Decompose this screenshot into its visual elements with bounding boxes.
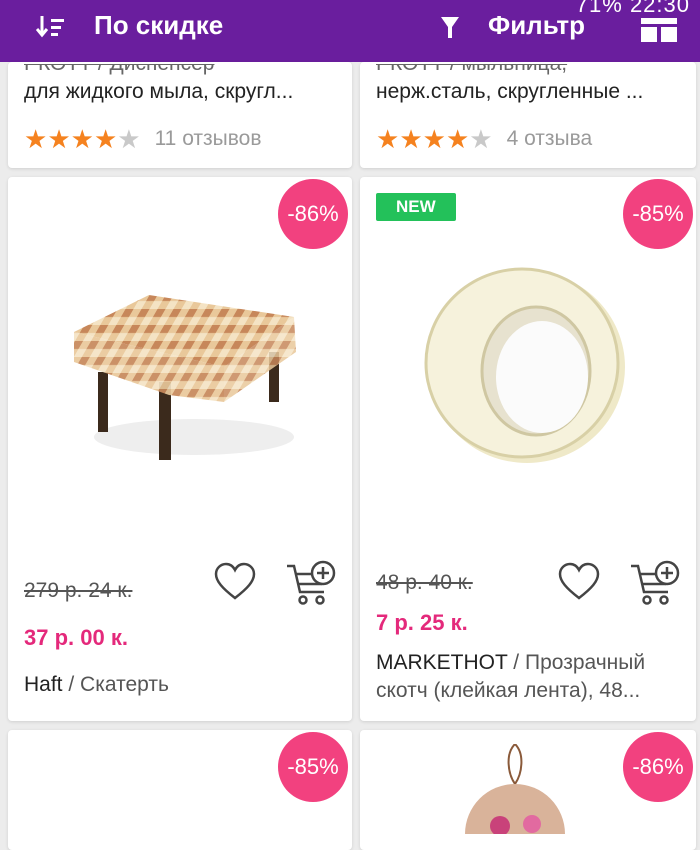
star-icon: ★ [70, 124, 94, 154]
clear-tape-roll-image[interactable] [422, 259, 632, 469]
knitted-ornament-image[interactable] [460, 744, 570, 834]
filter-icon [441, 16, 459, 38]
heart-icon[interactable] [558, 562, 600, 602]
product-title-line1: РКОТТ / Диспенсер [24, 64, 342, 78]
add-to-cart-icon[interactable] [286, 560, 336, 606]
product-card[interactable]: -86% [360, 730, 696, 850]
star-icon: ★ [422, 124, 446, 154]
product-title-line2: для жидкого мыла, скругл... [24, 80, 294, 103]
add-to-cart-icon[interactable] [630, 560, 680, 606]
star-empty-icon: ★ [117, 124, 141, 154]
sort-button[interactable]: По скидке [36, 10, 223, 41]
rating: ★ ★ ★ ★ ★ 11 отзывов [24, 126, 262, 152]
product-title-line2: нерж.сталь, скругленные ... [376, 80, 644, 103]
product-card[interactable]: РКОТТ / Диспенсер для жидкого мыла, скру… [8, 62, 352, 168]
product-card[interactable]: РКОТТ / мыльница, нерж.сталь, скругленны… [360, 62, 696, 168]
product-description[interactable]: MARKETHOT / Прозрачный скотч (клейкая ле… [376, 649, 682, 705]
sort-icon [36, 15, 64, 37]
sale-price: 7 р. 25 к. [376, 610, 468, 635]
star-icon: ★ [376, 124, 400, 154]
rating: ★ ★ ★ ★ ★ 4 отзыва [376, 126, 592, 152]
star-rating: ★ ★ ★ ★ ★ [24, 126, 141, 152]
sale-price: 37 р. 00 к. [24, 625, 128, 650]
sort-label: По скидке [94, 10, 224, 40]
tablecloth-table-image[interactable] [64, 277, 304, 467]
product-title[interactable]: РКОТТ / Диспенсер для жидкого мыла, скру… [24, 64, 342, 105]
product-card[interactable]: -86% 279 р. 24 к. 37 р. 00 к. Haft / Ска… [8, 177, 352, 721]
reviews-count: 11 отзывов [154, 127, 262, 150]
old-price: 279 р. 24 к. [24, 579, 133, 602]
star-empty-icon: ★ [469, 124, 493, 154]
star-icon: ★ [399, 124, 423, 154]
product-brand: MARKETHOT [376, 651, 508, 674]
discount-badge: -86% [278, 179, 348, 249]
star-icon: ★ [93, 124, 118, 154]
star-rating: ★ ★ ★ ★ ★ [376, 126, 493, 152]
product-title-line1: РКОТТ / мыльница, [376, 64, 694, 78]
heart-icon[interactable] [214, 562, 256, 602]
star-icon: ★ [24, 124, 48, 154]
product-card[interactable]: -85% [8, 730, 352, 850]
new-badge: NEW [376, 193, 456, 221]
discount-badge: -85% [623, 179, 693, 249]
reviews-count: 4 отзыва [506, 127, 593, 150]
product-card[interactable]: NEW -85% 48 р. 40 к. 7 р. 25 к. MARKETHO… [360, 177, 696, 721]
filter-button[interactable]: Фильтр [440, 10, 585, 41]
product-brand: Haft [24, 673, 63, 696]
top-toolbar: 71% 22:30 По скидке Фильтр [0, 0, 700, 62]
star-icon: ★ [47, 124, 71, 154]
brand-separator: / [62, 673, 81, 696]
old-price: 48 р. 40 к. [376, 571, 473, 594]
product-title[interactable]: РКОТТ / мыльница, нерж.сталь, скругленны… [376, 64, 694, 105]
brand-separator: / [507, 651, 525, 674]
grid-layout-icon[interactable] [640, 16, 678, 44]
discount-badge: -85% [278, 732, 348, 802]
filter-label: Фильтр [488, 10, 586, 40]
discount-badge: -86% [623, 732, 693, 802]
product-name: Скатерть [80, 673, 169, 696]
star-icon: ★ [445, 124, 470, 154]
product-description[interactable]: Haft / Скатерть [24, 671, 342, 699]
